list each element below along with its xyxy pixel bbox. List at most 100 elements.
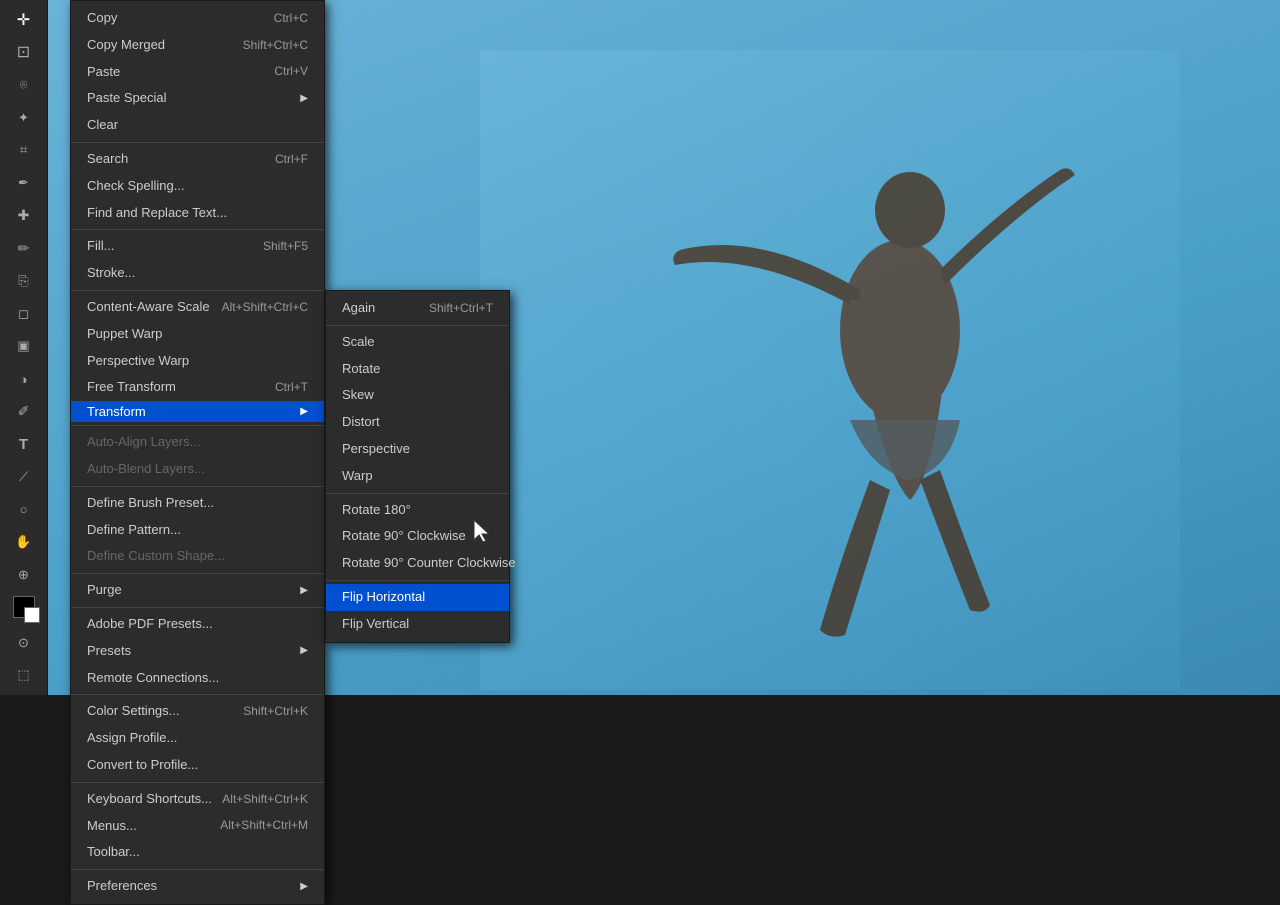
menu-item-toolbar[interactable]: Toolbar... [71,839,324,866]
menu-item-menus[interactable]: Menus... Alt+Shift+Ctrl+M [71,813,324,840]
color-settings-label: Color Settings... [87,701,243,722]
menu-item-perspective-warp[interactable]: Perspective Warp [71,348,324,375]
paste-label: Paste [87,62,274,83]
submenu-distort[interactable]: Distort [326,409,509,436]
menu-item-assign-profile[interactable]: Assign Profile... [71,725,324,752]
move-tool[interactable]: ✛ [6,4,42,36]
content-aware-shortcut: Alt+Shift+Ctrl+C [222,298,308,317]
menu-item-copy-merged[interactable]: Copy Merged Shift+Ctrl+C [71,32,324,59]
convert-profile-label: Convert to Profile... [87,755,308,776]
menu-item-transform[interactable]: Transform ▶ [71,401,324,422]
menu-item-puppet-warp[interactable]: Puppet Warp [71,321,324,348]
text-tool[interactable]: T [6,429,42,461]
menu-item-fill[interactable]: Fill... Shift+F5 [71,233,324,260]
menu-item-convert-profile[interactable]: Convert to Profile... [71,752,324,779]
assign-profile-label: Assign Profile... [87,728,308,749]
separator-6 [71,573,324,574]
menu-item-adobe-pdf[interactable]: Adobe PDF Presets... [71,611,324,638]
eyedropper-tool[interactable]: ✒ [6,167,42,199]
menu-item-preferences[interactable]: Preferences ▶ [71,873,324,900]
menu-item-color-settings[interactable]: Color Settings... Shift+Ctrl+K [71,698,324,725]
context-menu: Copy Ctrl+C Copy Merged Shift+Ctrl+C Pas… [70,0,325,905]
zoom-tool[interactable]: ⊕ [6,559,42,591]
menu-item-clear[interactable]: Clear [71,112,324,139]
transform-arrow: ▶ [300,406,308,417]
submenu-flip-vertical[interactable]: Flip Vertical [326,611,509,638]
submenu-scale[interactable]: Scale [326,329,509,356]
menu-item-define-custom-shape: Define Custom Shape... [71,543,324,570]
submenu-rotate-180[interactable]: Rotate 180° [326,497,509,524]
transform-label: Transform [87,404,300,419]
menu-item-auto-blend: Auto-Blend Layers... [71,456,324,483]
separator-4 [71,425,324,426]
separator-5 [71,486,324,487]
brush-tool[interactable]: ✏ [6,233,42,265]
magic-wand-tool[interactable]: ✦ [6,102,42,134]
color-settings-shortcut: Shift+Ctrl+K [243,702,308,721]
menu-item-keyboard-shortcuts[interactable]: Keyboard Shortcuts... Alt+Shift+Ctrl+K [71,786,324,813]
pen-tool[interactable]: ✐ [6,396,42,428]
crop-tool[interactable]: ⌗ [6,135,42,167]
define-brush-label: Define Brush Preset... [87,493,308,514]
submenu-sep-2 [326,493,509,494]
menu-item-define-pattern[interactable]: Define Pattern... [71,517,324,544]
paste-shortcut: Ctrl+V [274,62,308,81]
menu-item-define-brush[interactable]: Define Brush Preset... [71,490,324,517]
artboard-tool[interactable]: ⊡ [6,37,42,69]
keyboard-shortcuts-shortcut: Alt+Shift+Ctrl+K [222,790,308,809]
free-transform-shortcut: Ctrl+T [275,378,308,397]
healing-tool[interactable]: ✚ [6,200,42,232]
again-shortcut: Shift+Ctrl+T [429,299,493,318]
copy-merged-shortcut: Shift+Ctrl+C [243,36,308,55]
dodge-tool[interactable]: ◑ [6,363,42,395]
separator-3 [71,290,324,291]
rotate-180-label: Rotate 180° [342,500,493,521]
menu-item-check-spelling[interactable]: Check Spelling... [71,173,324,200]
clone-tool[interactable]: ⎘ [6,265,42,297]
gradient-tool[interactable]: ▣ [6,331,42,363]
scale-label: Scale [342,332,493,353]
search-shortcut: Ctrl+F [275,150,308,169]
paste-special-label: Paste Special [87,88,292,109]
preferences-arrow: ▶ [300,879,308,895]
eraser-tool[interactable]: ◻ [6,298,42,330]
copy-merged-label: Copy Merged [87,35,243,56]
submenu-again[interactable]: Again Shift+Ctrl+T [326,295,509,322]
menu-item-free-transform[interactable]: Free Transform Ctrl+T [71,374,324,401]
submenu-skew[interactable]: Skew [326,382,509,409]
menu-item-stroke[interactable]: Stroke... [71,260,324,287]
search-label: Search [87,149,275,170]
menu-item-find-replace[interactable]: Find and Replace Text... [71,200,324,227]
presets-label: Presets [87,641,292,662]
menu-item-remote-connections[interactable]: Remote Connections... [71,665,324,692]
screen-mode-tool[interactable]: ⬚ [6,659,42,691]
menu-item-search[interactable]: Search Ctrl+F [71,146,324,173]
menu-item-paste-special[interactable]: Paste Special ▶ [71,85,324,112]
quick-mask-tool[interactable]: ⊙ [6,627,42,659]
rotate-90-cw-label: Rotate 90° Clockwise [342,526,493,547]
submenu-perspective[interactable]: Perspective [326,436,509,463]
submenu-rotate-90-ccw[interactable]: Rotate 90° Counter Clockwise [326,550,509,577]
menu-item-presets[interactable]: Presets ▶ [71,638,324,665]
path-tool[interactable]: ⟋ [6,461,42,493]
left-toolbar: ✛ ⊡ ⌾ ✦ ⌗ ✒ ✚ ✏ ⎘ ◻ ▣ ◑ ✐ T ⟋ ○ ✋ ⊕ ⊙ ⬚ [0,0,48,695]
menu-item-copy[interactable]: Copy Ctrl+C [71,5,324,32]
menu-item-purge[interactable]: Purge ▶ [71,577,324,604]
presets-arrow: ▶ [300,643,308,659]
fill-shortcut: Shift+F5 [263,237,308,256]
find-replace-label: Find and Replace Text... [87,203,308,224]
submenu-rotate[interactable]: Rotate [326,356,509,383]
menu-item-paste[interactable]: Paste Ctrl+V [71,59,324,86]
stroke-label: Stroke... [87,263,308,284]
submenu-rotate-90-cw[interactable]: Rotate 90° Clockwise [326,523,509,550]
menu-item-content-aware[interactable]: Content-Aware Scale Alt+Shift+Ctrl+C [71,294,324,321]
shape-tool[interactable]: ○ [6,494,42,526]
lasso-tool[interactable]: ⌾ [6,69,42,101]
submenu-flip-horizontal[interactable]: Flip Horizontal [326,584,509,611]
hand-tool[interactable]: ✋ [6,527,42,559]
warp-label: Warp [342,466,493,487]
submenu-warp[interactable]: Warp [326,463,509,490]
auto-blend-label: Auto-Blend Layers... [87,459,308,480]
transform-submenu: Again Shift+Ctrl+T Scale Rotate Skew Dis… [325,290,510,643]
perspective-warp-label: Perspective Warp [87,351,308,372]
